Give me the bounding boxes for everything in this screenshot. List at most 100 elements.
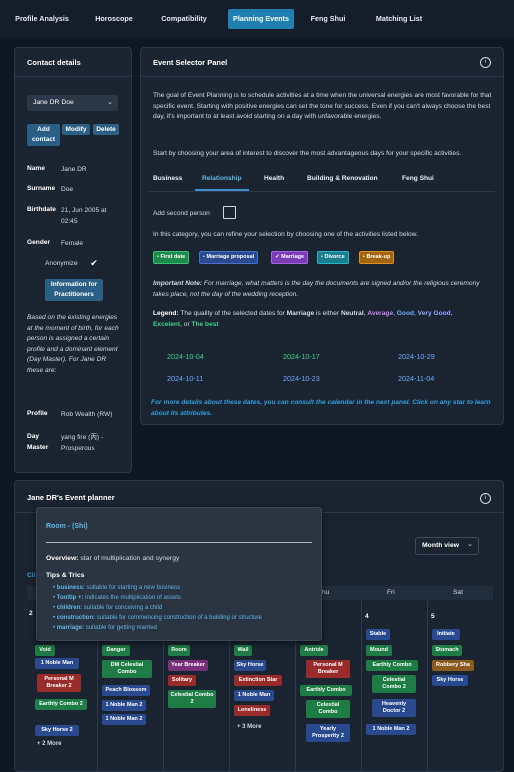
tooltip-tip: • children: suitable for conceiving a ch… (53, 603, 162, 613)
more-link[interactable]: + 3 More (237, 722, 262, 733)
chevron-down-icon: ⌄ (107, 99, 113, 106)
day-number: 2 (29, 610, 33, 617)
event-chip[interactable]: Sky Horse 2 (35, 725, 79, 736)
event-chip[interactable]: 1 Noble Man 2 (102, 700, 146, 711)
bullet-icon: • (53, 615, 56, 621)
tooltip-tip-key: children: (56, 605, 83, 611)
event-chip[interactable]: Year Breaker (168, 660, 208, 671)
event-chip[interactable]: Sky Horse (432, 675, 468, 686)
event-chip[interactable]: Solitary (168, 675, 196, 686)
second-person-checkbox[interactable] (223, 206, 236, 219)
delete-button[interactable]: Delete (93, 124, 119, 135)
tab-compatibility[interactable]: Compatibility (154, 9, 214, 29)
date-link[interactable]: 2024-10-04 (167, 352, 204, 361)
event-chip[interactable]: Celestial Combo 2 (372, 675, 416, 693)
calendar-link[interactable]: Cli (27, 571, 35, 582)
activity-divorce[interactable]: ▪ Divorce (317, 251, 349, 264)
legend-text: The quality of the selected dates for (178, 310, 287, 317)
event-chip[interactable]: 1 Noble Man 2 (102, 714, 146, 725)
event-selector-panel: Event Selector Panel i The goal of Event… (140, 47, 504, 425)
quality-good: Good (396, 310, 414, 317)
information-for-practitioners-button[interactable]: Information for Practitioners (45, 279, 103, 301)
anonymize-checkbox[interactable]: ✔ (89, 258, 99, 268)
square-icon: ▪ (363, 254, 365, 260)
activity-break-up[interactable]: ▪ Break-up (359, 251, 395, 264)
tab-feng-shui-sub[interactable]: Feng Shui (402, 174, 434, 185)
activity-first-date[interactable]: ▪ First date (153, 251, 190, 264)
profile-label: Profile (27, 410, 48, 417)
event-chip[interactable]: Personal M Breaker (306, 660, 350, 678)
event-chip[interactable]: Peach Blossom (102, 685, 150, 696)
event-chip[interactable]: Mound (366, 645, 392, 656)
tooltip-title: Room - (Shi) (46, 523, 88, 530)
bullet-icon: • (53, 595, 56, 601)
event-chip[interactable]: Stomach (432, 645, 462, 656)
event-chip[interactable]: Wall (234, 645, 252, 656)
event-chip[interactable]: Heavenly Doctor 2 (372, 699, 416, 717)
birth-description: Based on the existing energies at the mo… (27, 314, 119, 374)
tab-business[interactable]: Business (153, 174, 182, 185)
modify-button[interactable]: Modify (62, 124, 90, 135)
event-chip[interactable]: Earthly Combo (366, 660, 418, 671)
event-chip[interactable]: Loneliness (234, 705, 270, 716)
event-chip[interactable]: Celestial Combo 2 (168, 690, 216, 708)
add-contact-button[interactable]: Add contact (27, 124, 60, 146)
more-link[interactable]: + 2 More (37, 739, 62, 750)
event-chip[interactable]: Earthly Combo 2 (35, 699, 87, 710)
date-link[interactable]: 2024-11-04 (398, 374, 434, 383)
tab-matching-list[interactable]: Matching List (368, 9, 430, 29)
event-chip[interactable]: Void (35, 645, 55, 656)
view-select[interactable]: Month view ⌄ (415, 537, 479, 555)
activity-marriage-label: Marriage (281, 254, 305, 260)
name-label: Name (27, 165, 45, 172)
day-header-sat: Sat (453, 589, 463, 596)
tab-planning-events[interactable]: Planning Events (228, 9, 294, 29)
date-link[interactable]: 2024-10-11 (167, 374, 203, 383)
important-note-label: Important Note: (153, 280, 203, 287)
star-tooltip: Room - (Shi) Overview: star of multiplic… (36, 507, 322, 641)
tab-profile-analysis[interactable]: Profile Analysis (10, 9, 74, 29)
activity-divorce-label: Divorce (324, 254, 345, 260)
tab-feng-shui[interactable]: Feng Shui (304, 9, 352, 29)
tab-horoscope[interactable]: Horoscope (88, 9, 140, 29)
anonymize-label: Anonymize (45, 260, 78, 267)
event-chip[interactable]: Initiate (432, 629, 460, 640)
tooltip-tip-value: indicates the multiplication of assets (85, 595, 181, 601)
activity-break-up-label: Break-up (366, 254, 391, 260)
chevron-down-icon: ⌄ (467, 541, 473, 548)
event-chip[interactable]: DM Celestial Combo (102, 660, 152, 678)
event-chip[interactable]: Extinction Star (234, 675, 282, 686)
date-link[interactable]: 2024-10-17 (283, 352, 320, 361)
check-icon: ✓ (275, 254, 280, 260)
tooltip-tip: • marriage: suitable for getting married (53, 623, 157, 633)
event-chip[interactable]: 1 Noble Man (234, 690, 274, 701)
event-chip[interactable]: Sky Horse (234, 660, 266, 671)
activity-marriage-proposal[interactable]: ▪ Marriage proposal (199, 251, 259, 264)
square-icon: ▪ (203, 254, 205, 260)
event-chip[interactable]: Celestial Combo (306, 700, 350, 718)
event-chip[interactable]: Danger (102, 645, 130, 656)
activity-marriage[interactable]: ✓ Marriage (271, 251, 309, 264)
date-link[interactable]: 2024-10-29 (398, 352, 435, 361)
event-chip[interactable]: Personal M Breaker 2 (37, 674, 81, 692)
important-note-text: For marriage, what matters is the day th… (153, 280, 480, 298)
tab-relationship[interactable]: Relationship (202, 174, 242, 185)
info-icon[interactable]: i (480, 57, 491, 68)
event-chip[interactable]: Yearly Prosperity 2 (306, 724, 350, 742)
date-link[interactable]: 2024-10-23 (283, 374, 320, 383)
contact-select[interactable]: Jane DR Doe ⌄ (27, 95, 118, 111)
event-chip[interactable]: 1 Noble Man 2 (366, 724, 416, 735)
tab-health[interactable]: Health (264, 174, 284, 185)
event-chip[interactable]: Earthly Combo (300, 685, 352, 696)
tooltip-divider (46, 542, 312, 543)
tab-building-renovation[interactable]: Building & Renovation (307, 174, 378, 185)
info-icon[interactable]: i (480, 493, 491, 504)
event-chip[interactable]: Robbery Sha (432, 660, 474, 671)
tooltip-tip-key: Tooltip +: (56, 595, 84, 601)
important-note: Important Note: For marriage, what matte… (153, 279, 493, 300)
event-chip[interactable]: Stable (366, 629, 390, 640)
event-chip[interactable]: Antride (300, 645, 328, 656)
event-chip[interactable]: Room (168, 645, 190, 656)
day-header-fri: Fri (387, 589, 395, 596)
event-chip[interactable]: 1 Noble Man (35, 658, 79, 669)
